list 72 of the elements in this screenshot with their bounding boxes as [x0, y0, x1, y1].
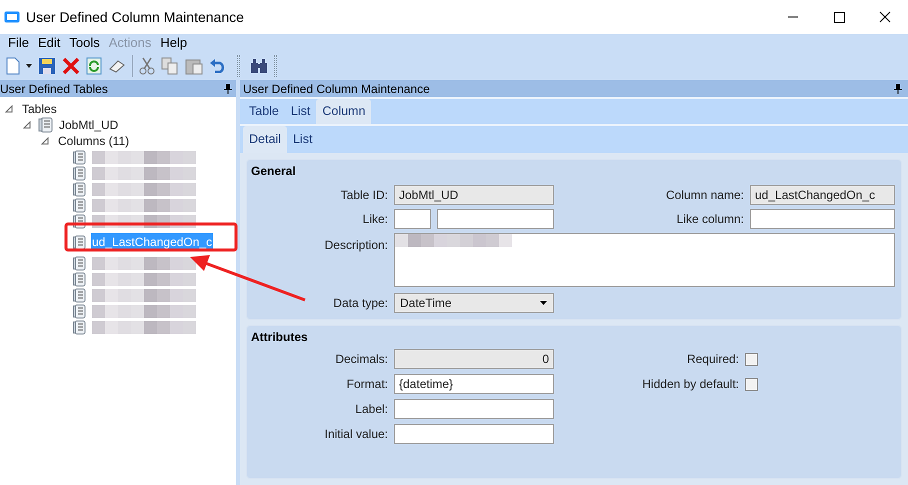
input-field[interactable]: [394, 209, 431, 229]
delete-icon[interactable]: [62, 57, 80, 75]
menu-item[interactable]: Edit: [38, 33, 60, 53]
checkbox[interactable]: [745, 352, 758, 366]
eraser-icon[interactable]: [108, 59, 126, 73]
dropdown-value: DateTime: [400, 295, 452, 312]
copy-icon[interactable]: [161, 57, 179, 75]
tree-item[interactable]: JobMtl_UD: [59, 116, 118, 134]
column-icon[interactable]: [73, 234, 86, 250]
field-label: Format:: [346, 376, 388, 393]
tab[interactable]: List: [284, 99, 316, 124]
pin-icon[interactable]: [224, 84, 232, 94]
save-icon[interactable]: [38, 57, 56, 75]
input-field[interactable]: 0: [394, 349, 554, 369]
app-window-icon[interactable]: [4, 11, 20, 23]
input-field[interactable]: [437, 209, 554, 229]
field-label: Description:: [324, 237, 388, 254]
new-document-icon[interactable]: [6, 57, 20, 75]
caret-icon[interactable]: [26, 64, 32, 68]
column-icon[interactable]: [73, 288, 86, 302]
tab[interactable]: Detail: [243, 126, 287, 153]
input-field[interactable]: ud_LastChangedOn_c: [750, 185, 895, 205]
scissors-icon[interactable]: [139, 57, 155, 75]
refresh-icon[interactable]: [86, 57, 102, 75]
input-field[interactable]: [394, 424, 554, 444]
tab[interactable]: Column: [316, 99, 372, 124]
field-label: Decimals:: [334, 351, 388, 368]
paste-icon[interactable]: [185, 57, 203, 75]
panel-title: User Defined Tables: [0, 80, 108, 98]
caret-icon[interactable]: [540, 301, 547, 305]
tree-item[interactable]: Columns (11): [58, 132, 130, 150]
menu-item[interactable]: Tools: [69, 33, 100, 53]
field-label: Like column:: [676, 211, 744, 228]
column-icon[interactable]: [73, 256, 86, 270]
input-field[interactable]: [394, 399, 554, 419]
pin-icon[interactable]: [894, 84, 902, 94]
menu-item[interactable]: Help: [160, 33, 188, 53]
column-icon[interactable]: [73, 182, 86, 196]
column-icon[interactable]: [73, 304, 86, 318]
checkbox[interactable]: [745, 378, 758, 390]
expand-icon[interactable]: [22, 121, 32, 129]
tab[interactable]: Table: [243, 99, 285, 124]
field-label: Like:: [362, 211, 388, 228]
field-label: Required:: [686, 351, 739, 368]
binoculars-icon[interactable]: [250, 58, 268, 74]
text-area[interactable]: [394, 233, 895, 287]
input-field[interactable]: JobMtl_UD: [394, 185, 554, 205]
column-icon[interactable]: [73, 198, 86, 212]
tree-item[interactable]: Tables: [22, 100, 57, 118]
field-label: Initial value:: [324, 426, 388, 443]
dropdown[interactable]: DateTime: [394, 293, 554, 313]
field-label: Label:: [354, 401, 388, 418]
column-icon[interactable]: [73, 320, 86, 334]
column-icon[interactable]: [73, 150, 86, 164]
field-label: Table ID:: [340, 187, 388, 204]
group-title: Attributes: [251, 329, 309, 346]
column-icon[interactable]: [73, 272, 86, 286]
undo-icon[interactable]: [209, 59, 227, 73]
expand-icon[interactable]: [40, 137, 50, 145]
table-icon[interactable]: [38, 117, 54, 133]
input-field[interactable]: {datetime}: [394, 374, 554, 394]
expand-icon[interactable]: [4, 105, 14, 113]
group-title: General: [251, 163, 297, 180]
field-label: Hidden by default:: [641, 376, 739, 393]
input-field[interactable]: [750, 209, 895, 229]
column-icon[interactable]: [73, 166, 86, 180]
menu-item[interactable]: File: [8, 33, 29, 53]
panel-title: User Defined Column Maintenance: [243, 80, 430, 98]
field-label: Data type:: [332, 295, 388, 312]
field-label: Column name:: [664, 187, 744, 204]
window-title: User Defined Column Maintenance: [26, 8, 244, 26]
tab[interactable]: List: [286, 126, 318, 153]
